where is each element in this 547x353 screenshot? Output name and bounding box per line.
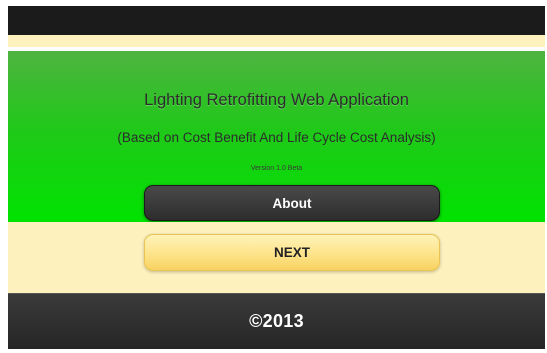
app-title: Lighting Retrofitting Web Application bbox=[144, 91, 409, 109]
next-button-label: NEXT bbox=[273, 245, 310, 260]
copyright-text: ©2013 bbox=[249, 311, 304, 331]
about-button[interactable]: About bbox=[144, 185, 440, 221]
about-button-label: About bbox=[272, 195, 312, 211]
next-button[interactable]: NEXT bbox=[144, 234, 440, 271]
app-subtitle: (Based on Cost Benefit And Life Cycle Co… bbox=[117, 130, 436, 145]
hero-section: Lighting Retrofitting Web Application (B… bbox=[8, 51, 545, 222]
top-bar bbox=[8, 6, 545, 35]
cream-strip bbox=[8, 35, 545, 47]
action-section: NEXT bbox=[8, 222, 545, 293]
footer: ©2013 bbox=[8, 293, 545, 349]
app-frame: Lighting Retrofitting Web Application (B… bbox=[8, 6, 545, 349]
version-label: Version 1.0 Beta bbox=[250, 165, 303, 172]
